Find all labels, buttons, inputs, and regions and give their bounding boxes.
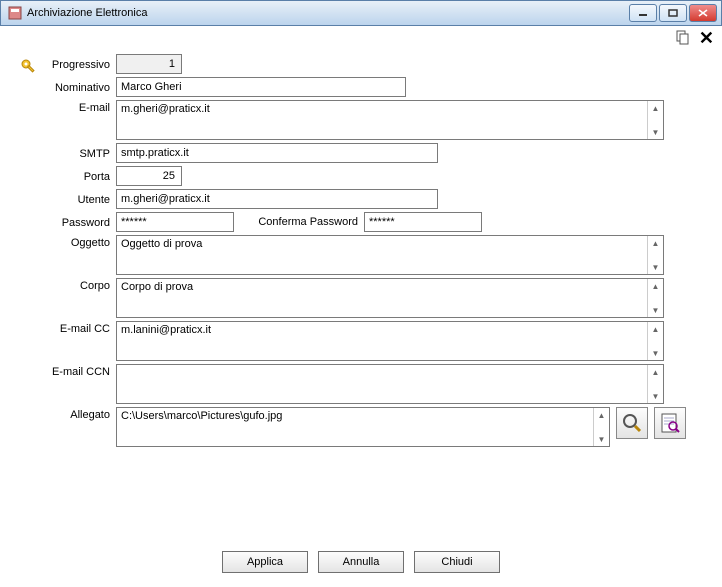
annulla-button[interactable]: Annulla (318, 551, 404, 573)
conferma-password-field[interactable] (364, 212, 482, 232)
window-title: Archiviazione Elettronica (27, 7, 629, 19)
oggetto-textarea[interactable] (117, 236, 647, 274)
spin-down-icon[interactable]: ▼ (648, 346, 663, 360)
maximize-button[interactable] (659, 4, 687, 22)
bottom-button-bar: Applica Annulla Chiudi (0, 551, 722, 573)
browse-button[interactable] (616, 407, 648, 439)
label-allegato: Allegato (18, 407, 116, 421)
email-cc-textarea[interactable] (117, 322, 647, 360)
allegato-textarea[interactable] (117, 408, 593, 446)
spin-down-icon[interactable]: ▼ (648, 303, 663, 317)
label-oggetto: Oggetto (18, 235, 116, 249)
spin-down-icon[interactable]: ▼ (594, 432, 609, 446)
label-porta: Porta (18, 169, 116, 183)
email-textarea[interactable] (117, 101, 647, 139)
spin-up-icon[interactable]: ▲ (648, 101, 663, 115)
utente-field[interactable] (116, 189, 438, 209)
email-ccn-field[interactable]: ▲▼ (116, 364, 664, 404)
password-field[interactable] (116, 212, 234, 232)
minimize-button[interactable] (629, 4, 657, 22)
label-password: Password (18, 215, 116, 229)
spin-up-icon[interactable]: ▲ (648, 279, 663, 293)
label-email-cc: E-mail CC (18, 321, 116, 335)
label-utente: Utente (18, 192, 116, 206)
corpo-field[interactable]: ▲▼ (116, 278, 664, 318)
close-icon[interactable]: ✕ (699, 28, 714, 49)
nominativo-field[interactable] (116, 77, 406, 97)
toolbar-top: ✕ (0, 26, 722, 50)
email-cc-field[interactable]: ▲▼ (116, 321, 664, 361)
close-button[interactable] (689, 4, 717, 22)
email-ccn-textarea[interactable] (117, 365, 647, 403)
chiudi-button[interactable]: Chiudi (414, 551, 500, 573)
porta-field[interactable] (116, 166, 182, 186)
spin-down-icon[interactable]: ▼ (648, 389, 663, 403)
label-email-ccn: E-mail CCN (18, 364, 116, 378)
spin-up-icon[interactable]: ▲ (648, 322, 663, 336)
titlebar: Archiviazione Elettronica (0, 0, 722, 26)
preview-button[interactable] (654, 407, 686, 439)
label-conferma-password: Conferma Password (234, 216, 364, 228)
label-nominativo: Nominativo (18, 80, 116, 94)
email-field[interactable]: ▲▼ (116, 100, 664, 140)
smtp-field[interactable] (116, 143, 438, 163)
spin-up-icon[interactable]: ▲ (594, 408, 609, 422)
copy-icon[interactable] (675, 29, 691, 48)
applica-button[interactable]: Applica (222, 551, 308, 573)
page-magnifier-icon (659, 412, 681, 434)
spin-up-icon[interactable]: ▲ (648, 365, 663, 379)
spin-down-icon[interactable]: ▼ (648, 260, 663, 274)
label-corpo: Corpo (18, 278, 116, 292)
spin-down-icon[interactable]: ▼ (648, 125, 663, 139)
key-icon (20, 58, 38, 76)
allegato-field[interactable]: ▲▼ (116, 407, 610, 447)
app-icon (7, 5, 23, 21)
oggetto-field[interactable]: ▲▼ (116, 235, 664, 275)
label-email: E-mail (18, 100, 116, 114)
label-smtp: SMTP (18, 146, 116, 160)
corpo-textarea[interactable] (117, 279, 647, 317)
progressivo-field (116, 54, 182, 74)
spin-up-icon[interactable]: ▲ (648, 236, 663, 250)
magnifier-icon (621, 412, 643, 434)
